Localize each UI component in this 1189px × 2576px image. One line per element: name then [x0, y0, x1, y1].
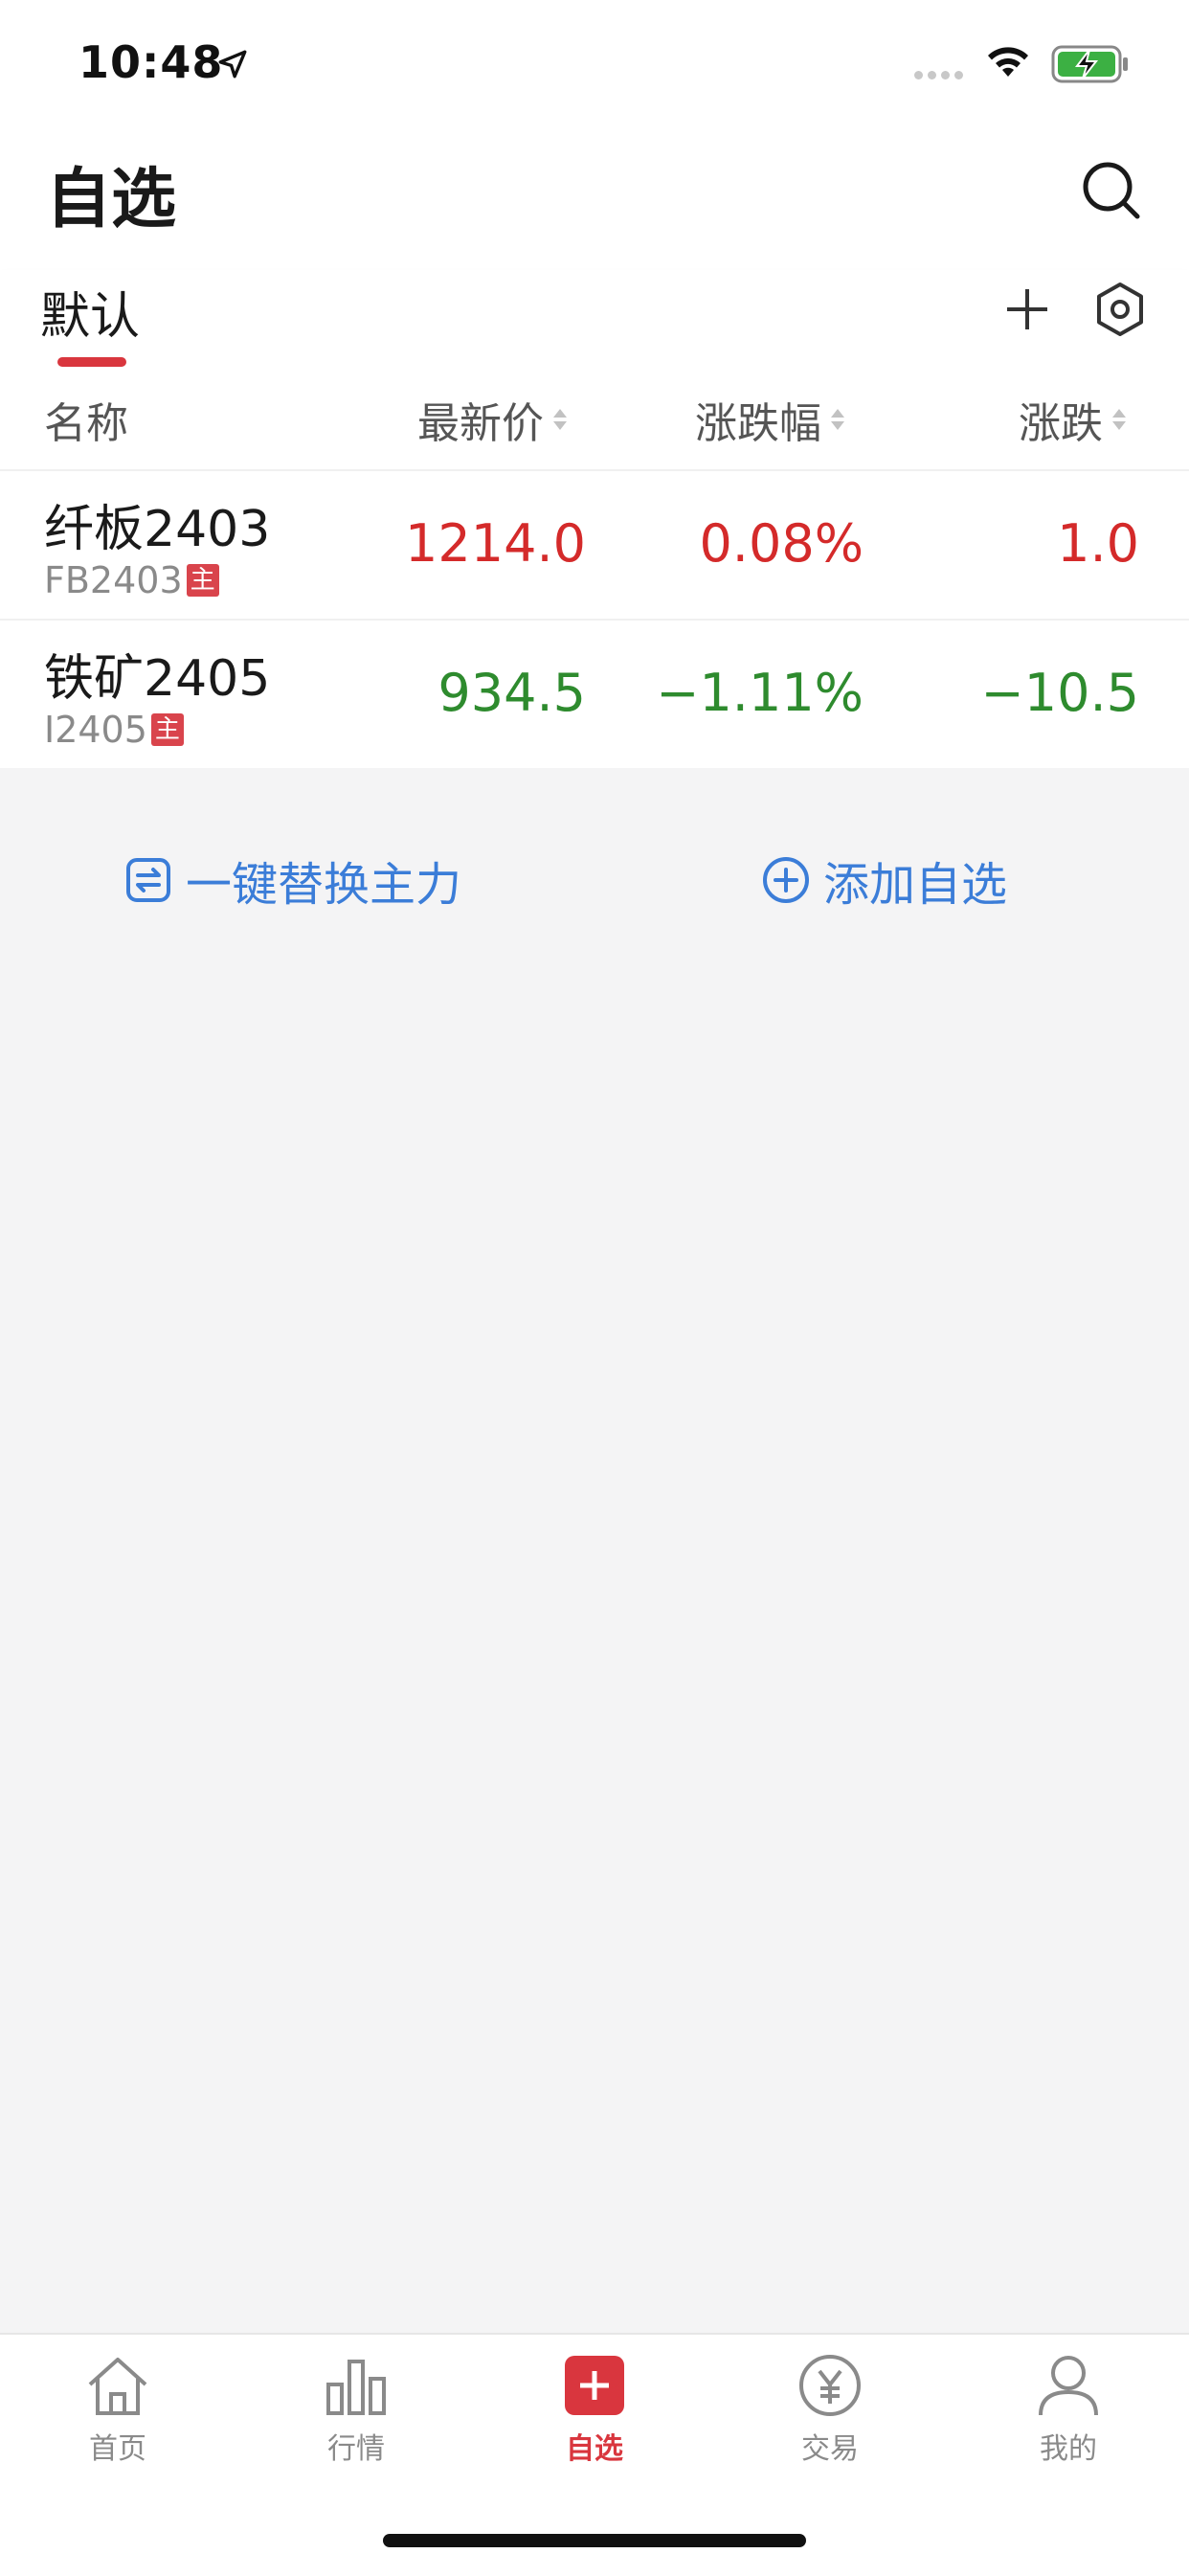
- user-icon: [1039, 2356, 1098, 2416]
- nav-item-trade[interactable]: 交易: [753, 2352, 907, 2467]
- change-value: 1.0: [1057, 513, 1139, 574]
- column-change[interactable]: 涨跌: [1019, 389, 1128, 450]
- table-header: [0, 368, 1189, 471]
- page-title: 自选: [46, 162, 177, 237]
- main-contract-badge: 主: [150, 713, 184, 746]
- bar-chart-icon: [326, 2360, 386, 2415]
- column-change-label: 涨跌: [1019, 399, 1103, 448]
- nav-item-watchlist[interactable]: 自选: [518, 2352, 671, 2467]
- column-change-pct-label: 涨跌幅: [695, 399, 821, 448]
- location-arrow-icon: [218, 50, 247, 79]
- contract-name: 铁矿2405: [44, 650, 271, 708]
- nav-label-me: 我的: [1040, 2432, 1097, 2466]
- add-watchlist-button[interactable]: 添加自选: [762, 847, 1007, 914]
- watchlist-row[interactable]: 铁矿2405 I2405 主 934.5 −1.11% −10.5: [0, 621, 1189, 768]
- contract-name: 纤板2403: [44, 501, 271, 558]
- change-value: −10.5: [980, 663, 1139, 723]
- plus-square-icon: [565, 2356, 624, 2415]
- cellular-signal-icon: [914, 71, 963, 79]
- nav-item-me[interactable]: 我的: [992, 2352, 1145, 2467]
- replace-main-contract-label: 一键替换主力: [186, 858, 462, 912]
- column-name: 名称: [44, 389, 128, 450]
- add-circle-icon: [763, 857, 809, 903]
- contract-code-wrap: FB2403 主: [44, 559, 219, 601]
- nav-label-trade: 交易: [801, 2432, 859, 2466]
- main-contract-badge: 主: [186, 564, 219, 597]
- column-change-pct[interactable]: 涨跌幅: [695, 389, 846, 450]
- change-percent: 0.08%: [699, 513, 864, 574]
- sort-icon: [553, 409, 567, 430]
- sort-icon: [831, 409, 844, 430]
- column-price-label: 最新价: [417, 399, 544, 448]
- contract-code-wrap: I2405 主: [44, 709, 184, 751]
- column-name-label: 名称: [44, 399, 128, 448]
- tab-active-indicator: [57, 357, 126, 367]
- swap-icon: [126, 858, 170, 902]
- nav-item-home[interactable]: 首页: [41, 2352, 194, 2467]
- settings-hexagon-icon[interactable]: [1095, 282, 1145, 337]
- replace-main-contract-button[interactable]: 一键替换主力: [124, 847, 461, 914]
- contract-code: I2405: [44, 709, 147, 751]
- change-percent: −1.11%: [656, 663, 864, 723]
- tab-default[interactable]: 默认: [40, 276, 140, 348]
- status-time: 10:48: [79, 36, 224, 88]
- home-indicator[interactable]: [383, 2534, 806, 2547]
- nav-label-watchlist: 自选: [566, 2432, 623, 2466]
- contract-code: FB2403: [44, 559, 183, 601]
- nav-label-market: 行情: [327, 2432, 385, 2466]
- watchlist-row[interactable]: 纤板2403 FB2403 主 1214.0 0.08% 1.0: [0, 471, 1189, 621]
- latest-price: 934.5: [437, 663, 586, 723]
- search-icon[interactable]: [1080, 159, 1143, 222]
- battery-charging-icon: [1051, 45, 1128, 83]
- home-icon: [88, 2358, 147, 2415]
- wifi-icon: [988, 47, 1028, 77]
- column-price[interactable]: 最新价: [417, 389, 569, 450]
- sort-icon: [1112, 409, 1126, 430]
- nav-item-market[interactable]: 行情: [280, 2352, 433, 2467]
- add-group-icon[interactable]: [1003, 285, 1051, 333]
- nav-label-home: 首页: [89, 2432, 146, 2466]
- latest-price: 1214.0: [405, 513, 586, 574]
- yen-icon: [799, 2355, 861, 2416]
- header: [0, 126, 1189, 270]
- add-watchlist-label: 添加自选: [823, 858, 1008, 912]
